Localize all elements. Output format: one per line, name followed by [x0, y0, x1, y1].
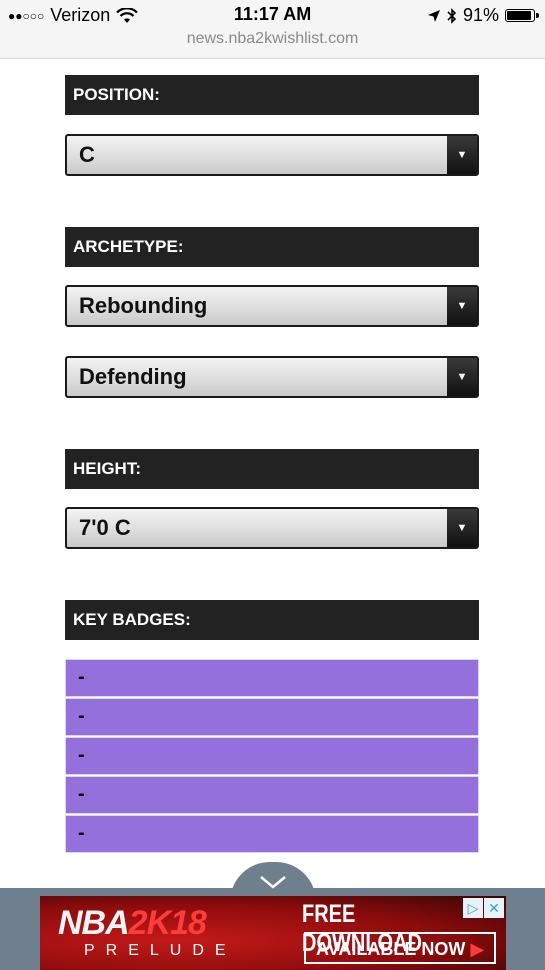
ad-cta-button[interactable]: AVAILABLE NOW ▶ — [304, 932, 497, 964]
archetype-primary-value: Rebounding — [79, 293, 208, 318]
ad-subtitle: PRELUDE — [84, 942, 237, 959]
ad-logo: NBA2K18 — [58, 904, 207, 942]
status-right: 91% — [427, 5, 539, 26]
location-arrow-icon — [427, 9, 440, 22]
dropdown-arrow-icon: ▼ — [447, 358, 477, 396]
height-select[interactable]: 7'0 C ▼ — [65, 507, 479, 549]
badge-value: - — [78, 744, 85, 766]
ad-choices[interactable]: ▷ ✕ — [463, 898, 504, 918]
height-select-value: 7'0 C — [79, 515, 131, 540]
badge-row[interactable]: - — [65, 659, 479, 697]
ad-info-icon[interactable]: ▷ — [463, 898, 483, 918]
archetype-secondary-select[interactable]: Defending ▼ — [65, 356, 479, 398]
badge-value: - — [78, 705, 85, 727]
url-bar[interactable]: news.nba2kwishlist.com — [0, 30, 545, 48]
archetype-secondary-value: Defending — [79, 364, 187, 389]
position-select[interactable]: C ▼ — [65, 134, 479, 176]
key-badges-list: - - - - - — [65, 659, 479, 854]
archetype-header: ARCHETYPE: — [65, 227, 479, 267]
archetype-primary-select[interactable]: Rebounding ▼ — [65, 285, 479, 327]
key-badges-header: KEY BADGES: — [65, 600, 479, 640]
badge-value: - — [78, 666, 85, 688]
badge-value: - — [78, 783, 85, 805]
badge-row[interactable]: - — [65, 698, 479, 736]
height-header: HEIGHT: — [65, 449, 479, 489]
position-select-value: C — [79, 142, 95, 167]
badge-row[interactable]: - — [65, 776, 479, 814]
position-header: POSITION: — [65, 75, 479, 115]
ad-banner[interactable]: NBA2K18 PRELUDE FREE DOWNLOAD AVAILABLE … — [40, 896, 506, 970]
battery-percent: 91% — [462, 5, 499, 25]
dropdown-arrow-icon: ▼ — [447, 509, 477, 547]
bluetooth-icon — [447, 7, 457, 24]
dropdown-arrow-icon: ▼ — [447, 287, 477, 325]
dropdown-arrow-icon: ▼ — [447, 136, 477, 174]
status-bar: ●●○○○ Verizon 11:17 AM 91% news.nba2kwis… — [0, 0, 545, 59]
badge-value: - — [78, 822, 85, 844]
chevron-down-icon — [260, 876, 286, 889]
badge-row[interactable]: - — [65, 737, 479, 775]
badge-row[interactable]: - — [65, 815, 479, 853]
battery-icon — [505, 9, 539, 22]
close-icon[interactable]: ✕ — [484, 898, 504, 918]
